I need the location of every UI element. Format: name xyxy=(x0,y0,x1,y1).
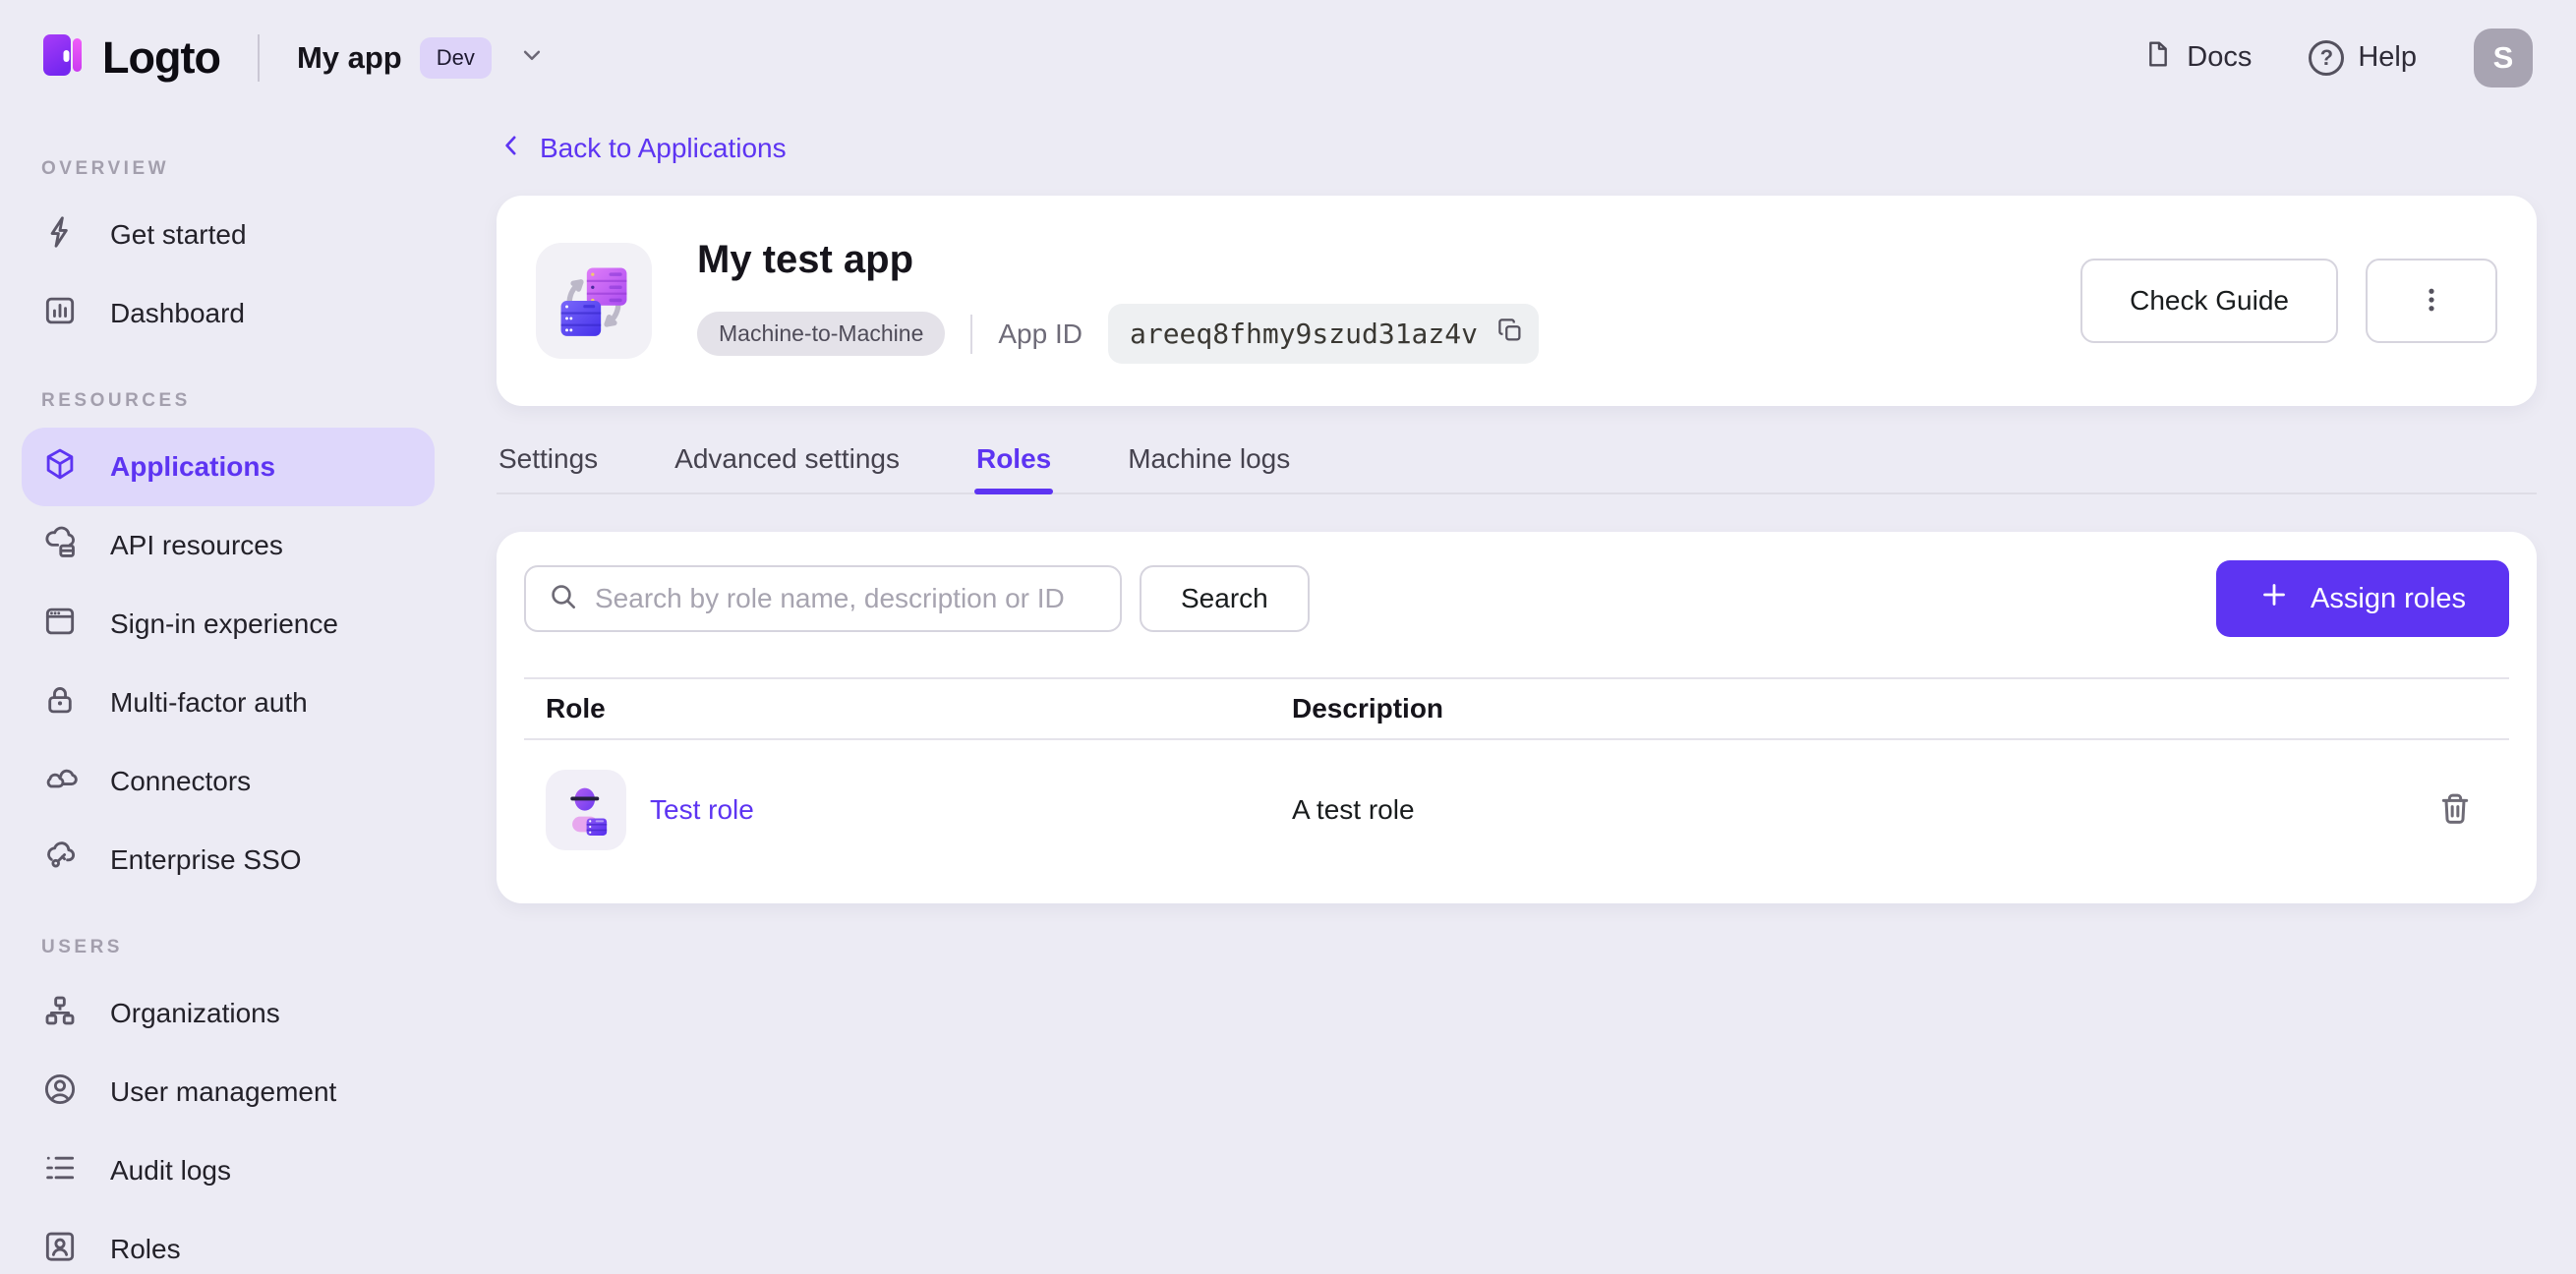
search-button[interactable]: Search xyxy=(1140,565,1310,632)
current-app-name: My app xyxy=(296,39,402,75)
roles-panel: Search Assign roles Role Description xyxy=(497,532,2537,903)
column-description: Description xyxy=(1292,693,1444,724)
app-type-badge: Machine-to-Machine xyxy=(697,312,946,356)
sidebar-item-sign-in-experience[interactable]: Sign-in experience xyxy=(22,585,435,664)
list-icon xyxy=(41,1149,79,1193)
sidebar-item-label: Enterprise SSO xyxy=(110,844,302,875)
org-chart-icon xyxy=(41,992,79,1036)
topbar-divider xyxy=(257,33,260,82)
sidebar-item-label: Get started xyxy=(110,219,247,250)
env-badge: Dev xyxy=(419,36,492,79)
help-link[interactable]: ? Help xyxy=(2309,39,2417,76)
app-title: My test app xyxy=(697,238,914,281)
logto-logo[interactable]: Logto xyxy=(39,31,221,84)
sidebar-item-label: Roles xyxy=(110,1234,181,1264)
sidebar-item-get-started[interactable]: Get started xyxy=(22,196,435,274)
sidebar-item-label: Sign-in experience xyxy=(110,608,338,639)
assign-roles-button[interactable]: Assign roles xyxy=(2216,560,2509,637)
document-icon xyxy=(2141,38,2173,78)
sidebar-item-organizations[interactable]: Organizations xyxy=(22,974,435,1053)
sidebar-item-label: Applications xyxy=(110,451,276,482)
sidebar-item-label: Connectors xyxy=(110,766,252,796)
sidebar-item-label: User management xyxy=(110,1076,337,1107)
sidebar-item-api-resources[interactable]: API resources xyxy=(22,506,435,585)
sidebar-section-resources: RESOURCES xyxy=(41,390,191,411)
copy-icon[interactable] xyxy=(1495,316,1525,352)
search-input[interactable] xyxy=(595,583,1098,614)
bar-chart-icon xyxy=(41,292,79,336)
sidebar-item-audit-logs[interactable]: Audit logs xyxy=(22,1131,435,1210)
cloud-database-icon xyxy=(41,524,79,568)
role-name-link[interactable]: Test role xyxy=(650,794,754,826)
app-logo xyxy=(536,243,652,359)
docs-link[interactable]: Docs xyxy=(2141,38,2252,78)
tab-machine-logs[interactable]: Machine logs xyxy=(1126,432,1292,492)
kebab-icon xyxy=(2417,285,2446,318)
assign-roles-label: Assign roles xyxy=(2311,582,2466,614)
sidebar-item-label: Dashboard xyxy=(110,298,245,328)
tab-advanced-settings[interactable]: Advanced settings xyxy=(673,432,902,492)
lightning-icon xyxy=(41,213,79,258)
meta-divider xyxy=(970,314,973,354)
sidebar-item-applications[interactable]: Applications xyxy=(22,428,435,506)
roles-table: Role Description Test role A test role xyxy=(524,677,2509,876)
logto-logo-icon xyxy=(39,31,87,84)
brand-name: Logto xyxy=(102,31,221,83)
tab-roles[interactable]: Roles xyxy=(973,432,1054,494)
help-label: Help xyxy=(2358,41,2417,73)
topbar: Logto My app Dev Docs ? Help S xyxy=(0,0,2576,115)
docs-label: Docs xyxy=(2187,41,2253,73)
sidebar: OVERVIEW Get started Dashboard RESOURCES… xyxy=(0,115,462,1274)
role-description: A test role xyxy=(1292,794,1415,825)
sidebar-section-overview: OVERVIEW xyxy=(41,158,170,179)
cube-icon xyxy=(41,445,79,490)
back-to-applications-link[interactable]: Back to Applications xyxy=(497,127,787,170)
sidebar-section-users: USERS xyxy=(41,937,123,957)
role-avatar xyxy=(546,770,626,850)
id-card-icon xyxy=(41,1228,79,1272)
sidebar-item-label: Organizations xyxy=(110,998,280,1028)
roles-table-header: Role Description xyxy=(524,677,2509,740)
chevron-down-icon xyxy=(492,40,547,75)
sidebar-item-roles[interactable]: Roles xyxy=(22,1210,435,1274)
sidebar-item-enterprise-sso[interactable]: Enterprise SSO xyxy=(22,821,435,899)
app-header-card: My test app Machine-to-Machine App ID ar… xyxy=(497,196,2537,406)
app-id-text: areeq8fhmy9szud31az4v xyxy=(1129,318,1478,350)
app-switcher[interactable]: My app Dev xyxy=(296,36,547,79)
tab-bar: Settings Advanced settings Roles Machine… xyxy=(497,432,2537,494)
person-circle-icon xyxy=(41,1071,79,1115)
clouds-icon xyxy=(41,760,79,804)
user-avatar[interactable]: S xyxy=(2474,28,2533,87)
lock-icon xyxy=(41,681,79,725)
cloud-key-icon xyxy=(41,839,79,883)
sidebar-item-dashboard[interactable]: Dashboard xyxy=(22,274,435,353)
trash-icon xyxy=(2435,789,2475,832)
sidebar-item-label: API resources xyxy=(110,530,283,560)
table-row[interactable]: Test role A test role xyxy=(524,740,2509,876)
back-link-label: Back to Applications xyxy=(540,133,787,163)
check-guide-button[interactable]: Check Guide xyxy=(2080,259,2338,343)
tab-settings[interactable]: Settings xyxy=(497,432,600,492)
delete-role-button[interactable] xyxy=(2435,789,2475,832)
sidebar-item-label: Multi-factor auth xyxy=(110,687,308,718)
sidebar-item-label: Audit logs xyxy=(110,1155,231,1186)
chevron-left-icon xyxy=(497,131,526,167)
sidebar-item-user-management[interactable]: User management xyxy=(22,1053,435,1131)
help-icon: ? xyxy=(2309,39,2345,76)
sidebar-item-connectors[interactable]: Connectors xyxy=(22,742,435,821)
more-actions-button[interactable] xyxy=(2366,259,2497,343)
sidebar-item-multi-factor-auth[interactable]: Multi-factor auth xyxy=(22,664,435,742)
browser-window-icon xyxy=(41,603,79,647)
plus-icon xyxy=(2259,580,2289,617)
main-content: Back to Applications My test app Machine… xyxy=(462,115,2576,1274)
column-role: Role xyxy=(546,693,606,724)
search-icon xyxy=(548,581,579,617)
app-id-value[interactable]: areeq8fhmy9szud31az4v xyxy=(1107,304,1539,364)
role-search-box[interactable] xyxy=(524,565,1122,632)
app-id-label: App ID xyxy=(998,318,1083,349)
